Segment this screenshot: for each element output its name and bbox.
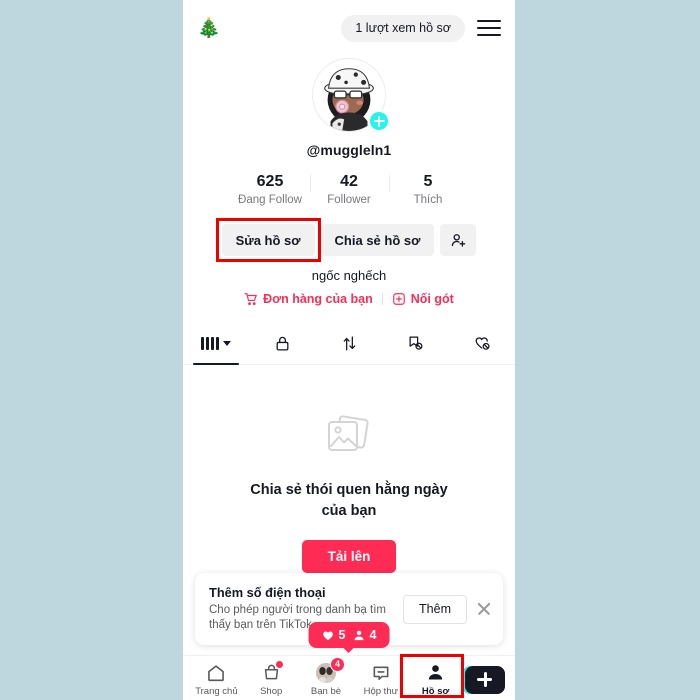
- lock-icon: [276, 336, 289, 351]
- stat-label: Thích: [413, 194, 443, 206]
- profile-bio: ngốc nghếch: [311, 268, 387, 283]
- shop-dot-badge: [276, 660, 284, 668]
- tab-active-indicator: [193, 362, 240, 365]
- profile-handle: @muggleln1: [306, 142, 392, 158]
- photo-stack-icon: [325, 415, 373, 464]
- empty-state-text: Chia sẻ thói quen hằng ngày của bạn: [250, 482, 448, 519]
- avatar-wrap[interactable]: [312, 58, 390, 132]
- grid-bars-icon: [201, 336, 231, 350]
- tab-saved[interactable]: [382, 322, 448, 364]
- upload-button[interactable]: Tải lên: [301, 540, 397, 573]
- home-icon: [205, 663, 227, 683]
- nav-label: Hồ sơ: [421, 685, 450, 697]
- follow-back-link-label: Nối gót: [410, 292, 454, 306]
- add-plus-badge-icon[interactable]: [368, 110, 390, 132]
- chevron-down-icon: [222, 340, 231, 346]
- stat-value: 42: [340, 173, 358, 190]
- profile-views-pill[interactable]: 1 lượt xem hồ sơ: [341, 14, 465, 42]
- nav-item-inbox[interactable]: Hộp thư: [353, 657, 408, 700]
- profile-header: @muggleln1 625 Đang Follow 42 Follower 5…: [183, 56, 515, 306]
- stat-likes[interactable]: 5 Thích: [388, 172, 468, 206]
- nav-item-shop[interactable]: Shop: [244, 657, 299, 700]
- nav-item-friends[interactable]: 4 Bạn bè: [299, 656, 354, 700]
- tab-reposts[interactable]: [316, 322, 382, 364]
- pill-likes-count: 5: [338, 628, 346, 642]
- hamburger-line: [477, 20, 501, 23]
- banner-add-button[interactable]: Thêm: [403, 594, 467, 624]
- phone-frame: 🎄 1 lượt xem hồ sơ @muggleln1 625 Đang F…: [183, 0, 515, 700]
- nav-label: Shop: [260, 685, 283, 697]
- add-friend-button[interactable]: [440, 224, 477, 256]
- empty-state: Chia sẻ thói quen hằng ngày của bạn Tải …: [183, 365, 515, 573]
- stat-followers[interactable]: 42 Follower: [309, 172, 389, 206]
- stat-label: Follower: [327, 194, 371, 206]
- create-video-button[interactable]: [461, 665, 505, 694]
- photo-stack-glyph: [328, 415, 369, 451]
- profile-tabs: [183, 322, 515, 365]
- profile-actions: Sửa hồ sơ Chia sẻ hồ sơ: [183, 218, 515, 262]
- person-icon: [425, 663, 447, 683]
- heart-hidden-icon: [475, 337, 490, 350]
- edit-profile-wrap: Sửa hồ sơ: [215, 218, 321, 262]
- bookmark-hidden-icon: [409, 336, 423, 350]
- hamburger-line: [477, 33, 501, 36]
- banner-title: Thêm số điện thoại: [209, 585, 326, 600]
- grid-bars: [201, 336, 219, 350]
- pill-friends-count: 4: [369, 628, 377, 642]
- tiktok-plus-icon: [464, 665, 505, 694]
- add-box-icon: [392, 293, 405, 305]
- close-icon[interactable]: [475, 600, 493, 618]
- friends-count-badge: 4: [329, 656, 345, 672]
- tab-private[interactable]: [249, 322, 315, 364]
- tab-videos[interactable]: [183, 322, 249, 365]
- follow-back-link[interactable]: Nối gót: [383, 292, 463, 306]
- repost-arrows-icon: [343, 335, 355, 351]
- nav-item-profile[interactable]: Hồ sơ: [408, 657, 463, 700]
- nav-label: Trang chủ: [195, 685, 238, 697]
- pill-friends: 4: [353, 628, 377, 642]
- friends-avatar-icon: 4: [315, 656, 345, 683]
- pill-likes: 5: [322, 628, 346, 642]
- shopping-bag-icon: [260, 660, 284, 683]
- tab-liked[interactable]: [449, 322, 515, 364]
- bottom-nav: Trang chủ Shop 4 Bạn bè Hộp thư Hồ sơ: [183, 655, 515, 700]
- hamburger-icon[interactable]: [477, 16, 501, 40]
- edit-profile-button[interactable]: Sửa hồ sơ: [221, 224, 315, 256]
- person-icon: [354, 630, 364, 640]
- shopping-cart-icon: [244, 293, 258, 306]
- nav-item-home[interactable]: Trang chủ: [189, 657, 244, 700]
- screenshot-stage: 🎄 1 lượt xem hồ sơ @muggleln1 625 Đang F…: [0, 0, 700, 700]
- hamburger-line: [477, 26, 501, 30]
- orders-link[interactable]: Đơn hàng của bạn: [235, 292, 382, 306]
- nav-label: Bạn bè: [310, 685, 342, 697]
- person-add-icon: [451, 233, 466, 247]
- heart-icon: [323, 630, 333, 640]
- profile-bio-links: Đơn hàng của bạn Nối gót: [183, 292, 515, 306]
- message-icon: [370, 663, 392, 683]
- stat-following[interactable]: 625 Đang Follow: [231, 172, 310, 206]
- stat-label: Đang Follow: [238, 194, 302, 206]
- orders-link-label: Đơn hàng của bạn: [263, 292, 373, 306]
- profile-stats: 625 Đang Follow 42 Follower 5 Thích: [183, 172, 515, 206]
- share-profile-button[interactable]: Chia sẻ hồ sơ: [320, 224, 435, 256]
- top-bar: 🎄 1 lượt xem hồ sơ: [183, 0, 515, 56]
- stat-value: 5: [423, 173, 433, 190]
- plus-glyph: [477, 672, 493, 687]
- christmas-tree-icon: 🎄: [197, 17, 221, 39]
- nav-label: Hộp thư: [363, 685, 398, 697]
- stat-value: 625: [256, 173, 284, 190]
- activity-tooltip-pill[interactable]: 5 4: [308, 622, 390, 648]
